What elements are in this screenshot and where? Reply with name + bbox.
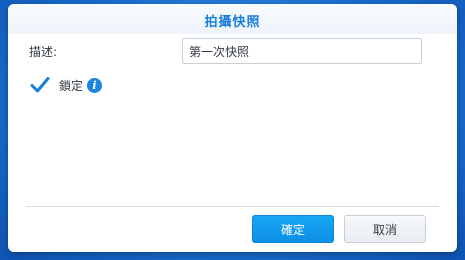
snapshot-dialog: 拍攝快照 描述: 鎖定 i 確定 取消 (8, 4, 457, 252)
ok-button[interactable]: 確定 (252, 215, 334, 243)
lock-checkbox[interactable] (30, 75, 50, 95)
checkmark-icon (30, 77, 50, 93)
lock-option-row: 鎖定 i (30, 74, 103, 96)
description-input[interactable] (182, 38, 422, 64)
description-label: 描述: (29, 45, 58, 59)
info-icon[interactable]: i (87, 77, 103, 93)
cancel-button[interactable]: 取消 (344, 215, 426, 243)
footer-divider (26, 206, 439, 207)
dialog-header: 拍攝快照 (8, 4, 457, 34)
lock-label: 鎖定 (59, 78, 84, 93)
dialog-title: 拍攝快照 (204, 15, 261, 30)
